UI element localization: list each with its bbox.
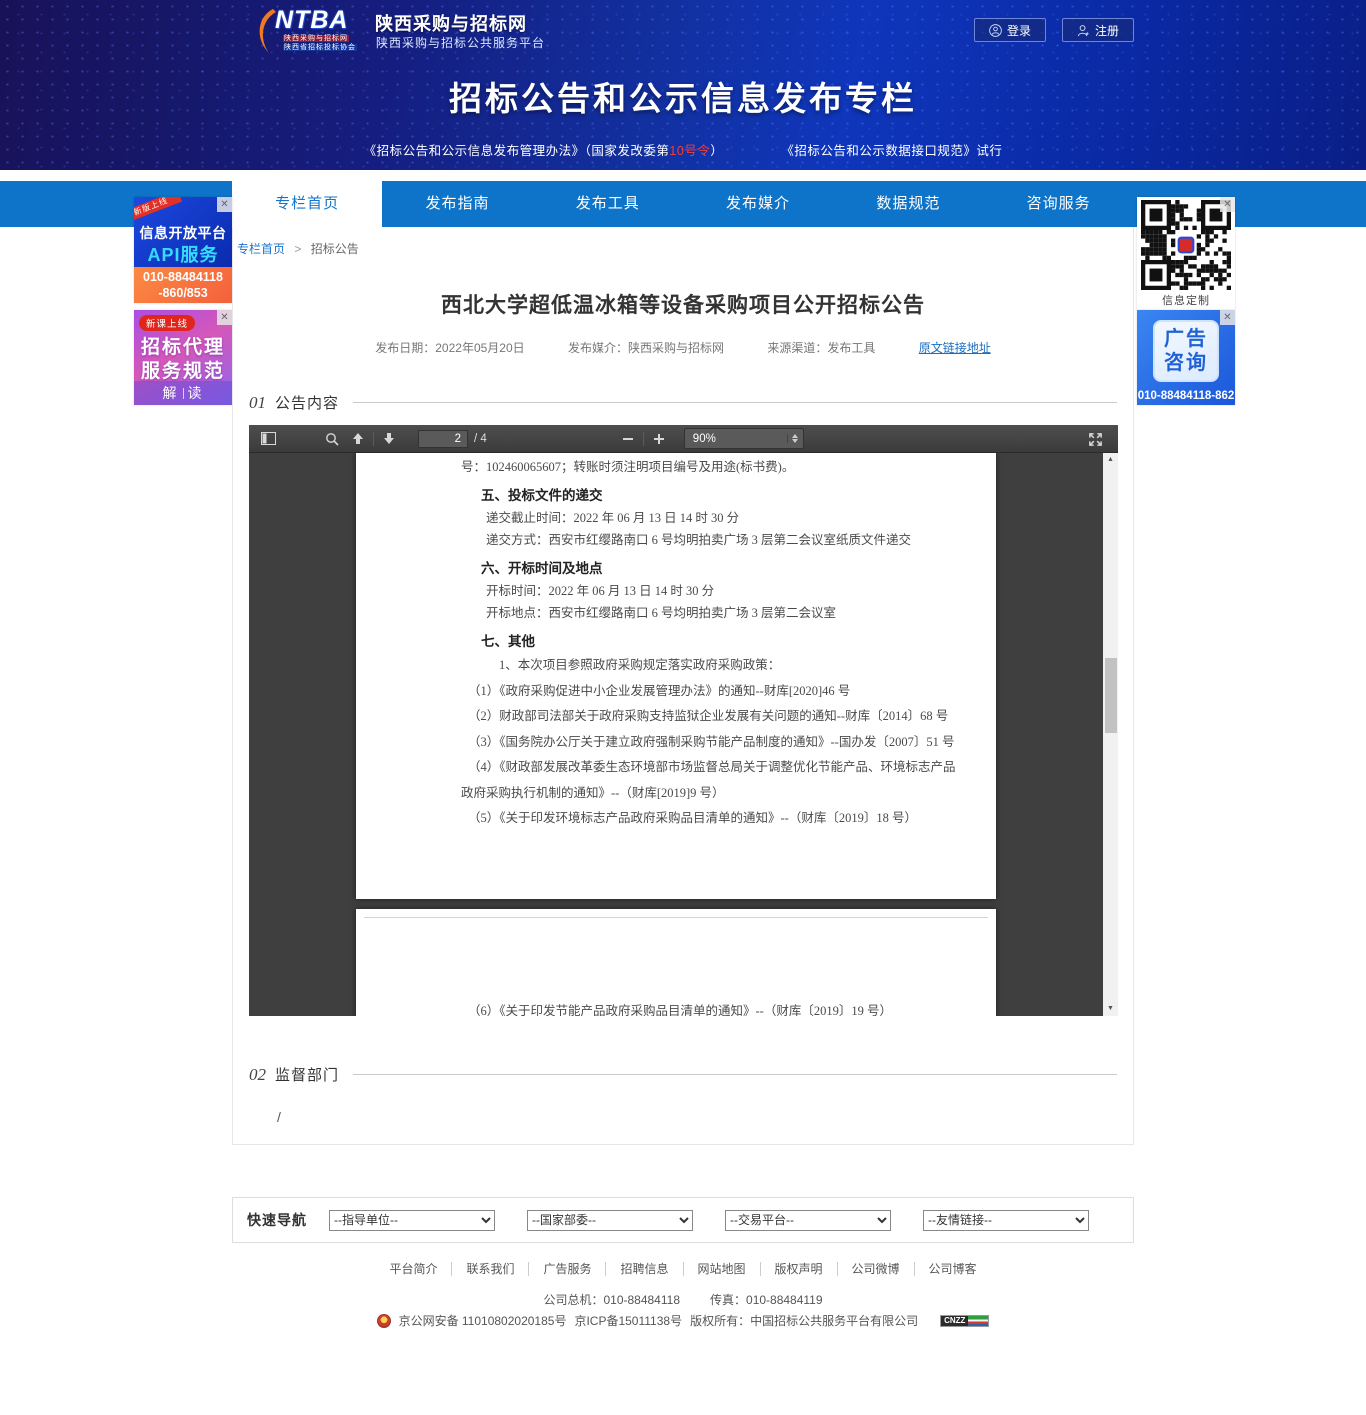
sidebar-toggle-icon[interactable] xyxy=(255,427,281,451)
ad-api-service[interactable]: ✕ 新版上线 信息开放平台 API服务 010-88484118 -860/85… xyxy=(134,197,232,303)
footer-link[interactable]: 版权声明 xyxy=(760,1262,837,1276)
footer-link[interactable]: 联系我们 xyxy=(451,1262,528,1276)
select-state-ministry[interactable]: --国家部委-- xyxy=(527,1210,693,1231)
user-add-icon xyxy=(1077,24,1090,37)
tab-publish-tools[interactable]: 发布工具 xyxy=(533,181,683,227)
footer-links: 平台简介联系我们广告服务招聘信息网站地图版权声明公司微博公司博客 xyxy=(0,1260,1366,1277)
banner-subtitle: 《招标公告和公示信息发布管理办法》（国家发改委第10号令）《招标公告和公示数据接… xyxy=(0,140,1366,159)
zoom-in-icon[interactable] xyxy=(646,427,672,451)
page-total: / 4 xyxy=(474,433,487,445)
page-down-icon[interactable] xyxy=(376,427,402,451)
close-icon[interactable]: ✕ xyxy=(1220,310,1235,325)
tab-column-home[interactable]: 专栏首页 xyxy=(232,181,382,227)
banner-title: 招标公告和公示信息发布专栏 xyxy=(0,72,1366,120)
breadcrumb: 专栏首页 > 招标公告 xyxy=(233,227,1133,257)
tab-publish-media[interactable]: 发布媒介 xyxy=(683,181,833,227)
article-meta: 发布日期：2022年05月20日 发布媒介：陕西采购与招标网 来源渠道：发布工具… xyxy=(233,339,1133,356)
decree-number: 10号令 xyxy=(669,144,710,158)
search-icon[interactable] xyxy=(319,427,345,451)
qr-label: 信息定制 xyxy=(1137,292,1235,308)
tab-publish-guide[interactable]: 发布指南 xyxy=(382,181,532,227)
pdf-viewer: / 4 90% 号：102460065607；转账时须注明项目编号及用途(标书费… xyxy=(249,425,1118,1016)
site-subtitle: 陕西采购与招标公共服务平台 xyxy=(376,34,545,51)
original-link[interactable]: 原文链接地址 xyxy=(919,341,991,355)
breadcrumb-separator: > xyxy=(294,242,301,256)
zoom-out-icon[interactable] xyxy=(615,427,641,451)
scrollbar-thumb[interactable] xyxy=(1105,658,1117,733)
tab-consult-service[interactable]: 咨询服务 xyxy=(983,181,1133,227)
scroll-up-icon[interactable]: ▲ xyxy=(1103,453,1118,467)
page-up-icon[interactable] xyxy=(345,427,371,451)
select-friend-links[interactable]: --友情链接-- xyxy=(923,1210,1089,1231)
ad-badge: 新课上线 xyxy=(139,315,195,331)
breadcrumb-current: 招标公告 xyxy=(311,242,359,256)
login-button[interactable]: 登录 xyxy=(974,18,1046,42)
footer-link[interactable]: 广告服务 xyxy=(528,1262,605,1276)
ad-advertise-consult[interactable]: ✕ 广告咨询 010-88484118-862 xyxy=(1137,310,1235,405)
pdf-page-2: 号：102460065607；转账时须注明项目编号及用途(标书费)。 五、投标文… xyxy=(356,453,996,899)
fullscreen-icon[interactable] xyxy=(1082,427,1108,451)
zoom-level-select[interactable]: 90% xyxy=(684,428,804,449)
ad-ribbon: 新版上线 xyxy=(134,197,182,224)
pdf-page-area: 号：102460065607；转账时须注明项目编号及用途(标书费)。 五、投标文… xyxy=(249,453,1103,1016)
main-container: 专栏首页 > 招标公告 西北大学超低温冰箱等设备采购项目公开招标公告 发布日期：… xyxy=(232,227,1134,1145)
footer-contact: 公司总机：010-88484118传真：010-88484119 xyxy=(0,1291,1366,1308)
logo-text: NTBA xyxy=(275,6,348,35)
copyright: 版权所有：中国招标公共服务平台有限公司 xyxy=(690,1312,918,1329)
footer-link[interactable]: 公司博客 xyxy=(914,1262,991,1276)
register-button[interactable]: 注册 xyxy=(1062,18,1134,42)
top-banner: NTBA 陕西采购与招标网 陕西省招标投标协会 陕西采购与招标网 陕西采购与招标… xyxy=(0,0,1366,170)
pdf-toolbar: / 4 90% xyxy=(249,425,1118,453)
close-icon[interactable]: ✕ xyxy=(217,197,232,212)
tab-data-standard[interactable]: 数据规范 xyxy=(833,181,983,227)
page-number-input[interactable] xyxy=(418,430,468,448)
quick-nav-label: 快速导航 xyxy=(247,1210,307,1230)
footer-legal: 京公网安备 11010802020185号 京ICP备15011138号 版权所… xyxy=(0,1312,1366,1329)
quick-nav: 快速导航 --指导单位-- --国家部委-- --交易平台-- --友情链接-- xyxy=(232,1197,1134,1243)
user-icon xyxy=(989,24,1002,37)
logo-line2: 陕西省招标投标协会 xyxy=(283,44,357,51)
section-announcement-header: 01 公告内容 xyxy=(249,392,1117,413)
close-icon[interactable]: ✕ xyxy=(217,310,232,325)
breadcrumb-home[interactable]: 专栏首页 xyxy=(237,242,285,256)
pdf-scrollbar[interactable]: ▲ ▼ xyxy=(1103,453,1118,1016)
ad-agency-course[interactable]: ✕ 新课上线 招标代理 服务规范 解读 xyxy=(134,310,232,405)
ad-phone: 010-88484118-862 xyxy=(1137,390,1235,402)
footer-link[interactable]: 公司微博 xyxy=(837,1262,914,1276)
close-icon[interactable]: ✕ xyxy=(1220,197,1235,212)
footer-link[interactable]: 招聘信息 xyxy=(605,1262,682,1276)
chevron-updown-icon xyxy=(787,434,803,443)
page-title: 西北大学超低温冰箱等设备采购项目公开招标公告 xyxy=(233,289,1133,319)
supervision-content: / xyxy=(277,1109,1133,1125)
qr-code xyxy=(1138,198,1234,292)
logo-line1: 陕西采购与招标网 xyxy=(283,35,349,42)
section-supervision-header: 02 监督部门 xyxy=(249,1064,1117,1085)
footer-link[interactable]: 平台简介 xyxy=(375,1262,451,1276)
footer-link[interactable]: 网站地图 xyxy=(683,1262,760,1276)
ad-qr-subscribe: ✕ 信息定制 xyxy=(1137,197,1235,310)
site-logo: NTBA 陕西采购与招标网 陕西省招标投标协会 xyxy=(253,6,365,56)
ad-phone: 010-88484118 -860/853 xyxy=(134,267,232,303)
beian-gongan[interactable]: 京公网安备 11010802020185号 xyxy=(399,1312,567,1329)
beian-icp[interactable]: 京ICP备15011138号 xyxy=(574,1312,682,1329)
cnzz-stats-icon[interactable]: CNZZ xyxy=(940,1315,989,1327)
site-name: 陕西采购与招标网 xyxy=(375,10,527,36)
police-badge-icon xyxy=(377,1314,391,1328)
pdf-page-3: （6）《关于印发节能产品政府采购品目清单的通知》--（财库〔2019〕19 号） xyxy=(356,909,996,1016)
select-trading-platform[interactable]: --交易平台-- xyxy=(725,1210,891,1231)
scroll-down-icon[interactable]: ▼ xyxy=(1103,1002,1118,1016)
select-guidance-unit[interactable]: --指导单位-- xyxy=(329,1210,495,1231)
footer: 平台简介联系我们广告服务招聘信息网站地图版权声明公司微博公司博客 公司总机：01… xyxy=(0,1260,1366,1329)
